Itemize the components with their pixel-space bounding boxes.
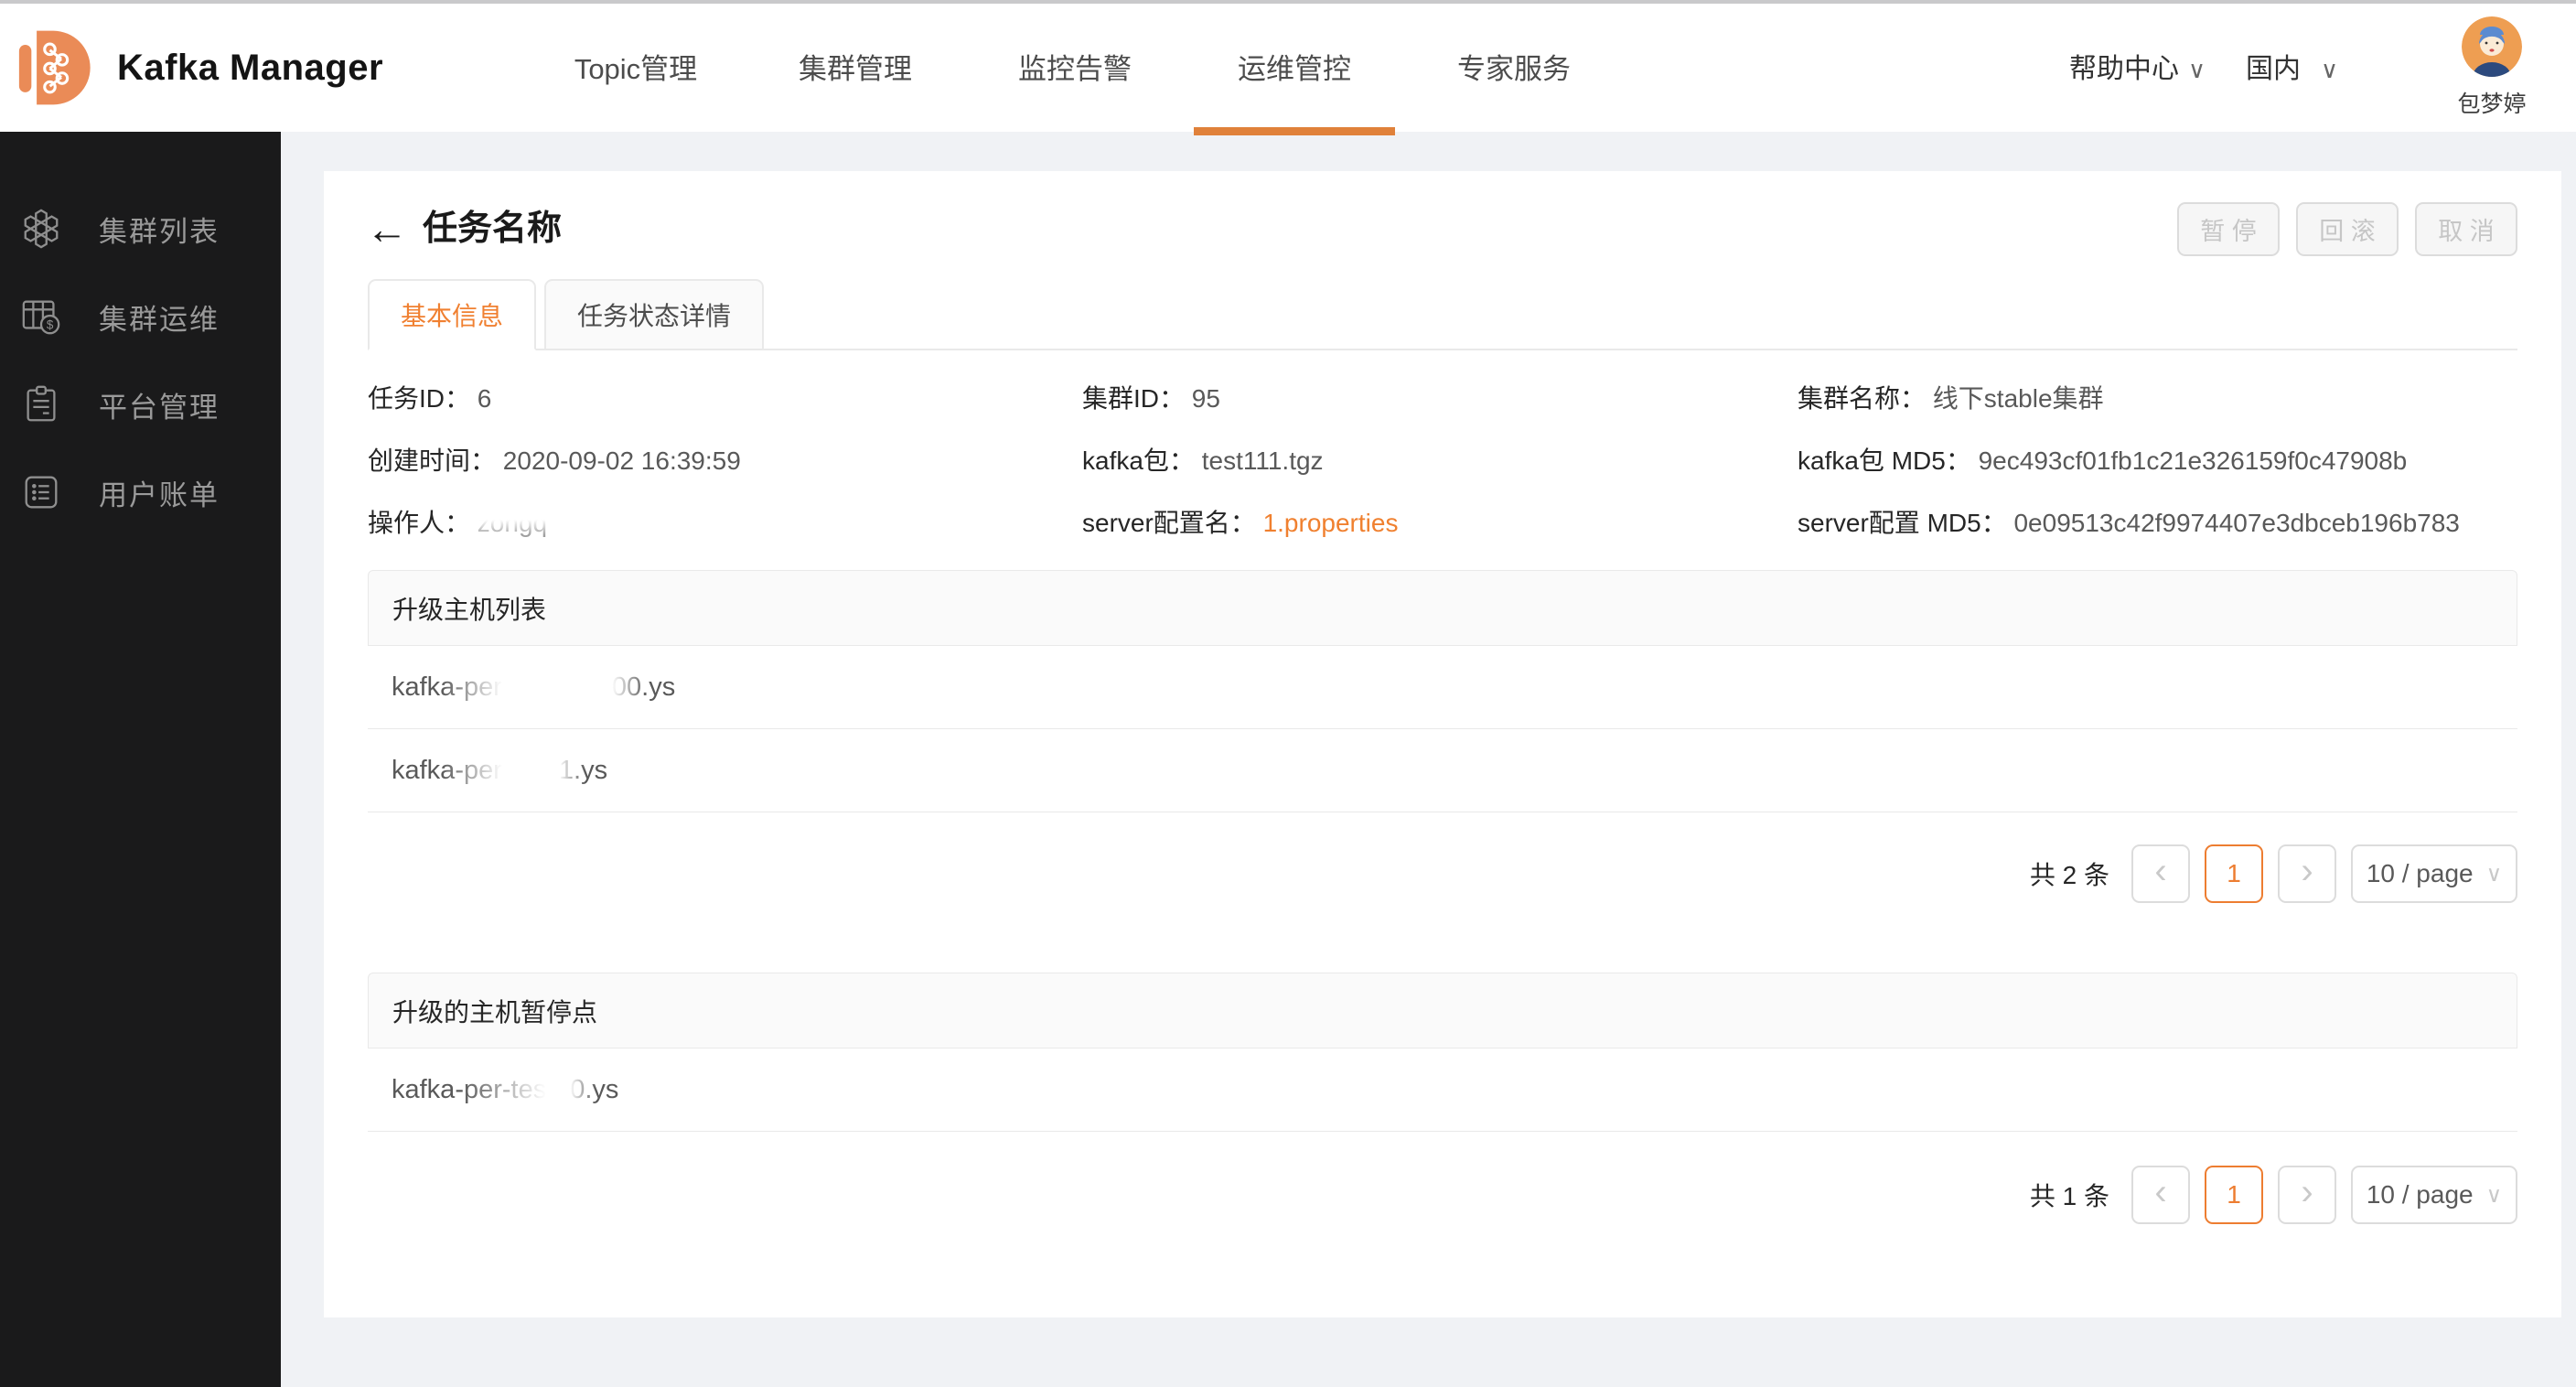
task-actions: 暂 停 回 滚 取 消 [2177, 202, 2517, 256]
page-number-button[interactable]: 1 [2205, 844, 2263, 903]
top-header: Kafka Manager Topic管理 集群管理 监控告警 运维管控 专家服… [0, 0, 2576, 135]
kafka-manager-logo [18, 30, 91, 105]
total-count: 共 2 条 [2029, 861, 2109, 889]
page-size-select[interactable]: 10 / page ∨ [2351, 844, 2517, 903]
chevron-down-icon: ∨ [2485, 861, 2503, 887]
host-list-pagination: 共 2 条 ‹ 1 › 10 / page ∨ [2030, 844, 2517, 903]
section-title: 升级的主机暂停点 [392, 997, 598, 1027]
field-server-config-name: server配置名： 1.properties [1082, 509, 1399, 537]
chevron-right-icon: › [2301, 1172, 2313, 1212]
app-title: Kafka Manager [117, 48, 384, 88]
next-page-button[interactable]: › [2278, 1166, 2336, 1224]
hostname: kafka-per-tes 0.ys [392, 1074, 619, 1104]
sidebar-item-cluster-list[interactable]: 集群列表 [0, 185, 281, 273]
nav-ops-control[interactable]: 运维管控 [1185, 4, 1404, 135]
nav-expert-service[interactable]: 专家服务 [1404, 4, 1624, 135]
sidebar-item-label: 用户账单 [99, 478, 220, 511]
section-title: 升级主机列表 [392, 595, 547, 624]
pause-point-pagination: 共 1 条 ‹ 1 › 10 / page ∨ [2030, 1166, 2517, 1224]
left-sidebar: 集群列表 $ 集群运维 平台管理 用户账单 [0, 132, 281, 1387]
field-create-time: 创建时间： 2020-09-02 16:39:59 [368, 446, 741, 475]
rollback-button[interactable]: 回 滚 [2296, 202, 2399, 256]
field-kafka-package-md5: kafka包 MD5： 9ec493cf01fb1c21e326159f0c47… [1798, 446, 2408, 475]
field-operator: 操作人： zongq [368, 509, 548, 537]
region-selector[interactable]: 国内 ∨ [2246, 4, 2338, 135]
help-center-menu[interactable]: 帮助中心 ∨ [2069, 4, 2206, 135]
nav-cluster-management[interactable]: 集群管理 [746, 4, 965, 135]
page-title: 任务名称 [423, 210, 563, 248]
cluster-ops-icon: $ [22, 300, 60, 335]
server-config-link[interactable]: 1.properties [1263, 509, 1399, 537]
prev-page-button[interactable]: ‹ [2131, 844, 2190, 903]
task-info-grid: 任务ID： 6 集群ID： 95 集群名称： 线下stable集群 创建时间： … [368, 366, 2517, 553]
chevron-right-icon: › [2301, 851, 2313, 891]
section-header: 升级的主机暂停点 [368, 973, 2517, 1048]
detail-tabbar: 基本信息 任务状态详情 [368, 277, 2517, 350]
chevron-down-icon: ∨ [2321, 56, 2339, 83]
table-row: kafka-per 00.ys [368, 646, 2517, 729]
sidebar-item-label: 集群列表 [99, 215, 220, 248]
chevron-down-icon: ∨ [2485, 1182, 2503, 1208]
tab-task-status-detail[interactable]: 任务状态详情 [544, 279, 765, 350]
chevron-left-icon: ‹ [2154, 851, 2167, 891]
field-server-config-md5: server配置 MD5： 0e09513c42f9974407e3dbceb1… [1798, 509, 2460, 537]
top-navigation: Topic管理 集群管理 监控告警 运维管控 专家服务 [526, 4, 1624, 135]
avatar-image [2462, 16, 2522, 77]
back-button[interactable]: ← [366, 197, 408, 261]
nav-monitor-alert[interactable]: 监控告警 [965, 4, 1185, 135]
table-row: kafka-per 1.ys [368, 729, 2517, 812]
nav-topic-management[interactable]: Topic管理 [526, 4, 746, 135]
pause-button[interactable]: 暂 停 [2177, 202, 2280, 256]
tab-basic-info[interactable]: 基本信息 [368, 279, 537, 350]
prev-page-button[interactable]: ‹ [2131, 1166, 2190, 1224]
task-detail-card: ← 任务名称 暂 停 回 滚 取 消 基本信息 任务状态详情 任务ID： 6 集… [324, 171, 2561, 1317]
user-bill-icon [25, 476, 58, 509]
sidebar-item-user-bill[interactable]: 用户账单 [0, 448, 281, 536]
user-avatar[interactable] [2462, 16, 2522, 77]
sidebar-item-platform-admin[interactable]: 平台管理 [0, 360, 281, 448]
chevron-left-icon: ‹ [2154, 1172, 2167, 1212]
next-page-button[interactable]: › [2278, 844, 2336, 903]
upgrade-pause-point-section: 升级的主机暂停点 kafka-per-tes 0.ys [368, 973, 2517, 1132]
page-number-button[interactable]: 1 [2205, 1166, 2263, 1224]
kafka-manager-app: { "colors":{"accent":"#ED7B2F","link":"#… [0, 0, 2576, 1387]
table-row: kafka-per-tes 0.ys [368, 1048, 2517, 1132]
field-cluster-id: 集群ID： 95 [1082, 384, 1220, 413]
sidebar-item-label: 集群运维 [99, 303, 220, 336]
sidebar-item-cluster-ops[interactable]: $ 集群运维 [0, 273, 281, 360]
sidebar-item-label: 平台管理 [99, 391, 220, 424]
field-task-id: 任务ID： 6 [368, 384, 492, 413]
cluster-list-icon [24, 209, 59, 249]
platform-admin-icon [27, 385, 56, 422]
username-label: 包梦婷 [2457, 91, 2527, 117]
chevron-down-icon: ∨ [2188, 56, 2206, 83]
page-size-select[interactable]: 10 / page ∨ [2351, 1166, 2517, 1224]
hostname: kafka-per 1.ys [392, 755, 608, 785]
section-header: 升级主机列表 [368, 570, 2517, 646]
hostname: kafka-per 00.ys [392, 672, 676, 702]
total-count: 共 1 条 [2029, 1182, 2109, 1210]
cancel-button[interactable]: 取 消 [2415, 202, 2517, 256]
upgrade-host-list-section: 升级主机列表 kafka-per 00.ys kafka-per 1.ys [368, 570, 2517, 812]
svg-text:$: $ [47, 317, 54, 331]
field-cluster-name: 集群名称： 线下stable集群 [1798, 384, 2104, 413]
field-kafka-package: kafka包： test111.tgz [1082, 446, 1324, 475]
